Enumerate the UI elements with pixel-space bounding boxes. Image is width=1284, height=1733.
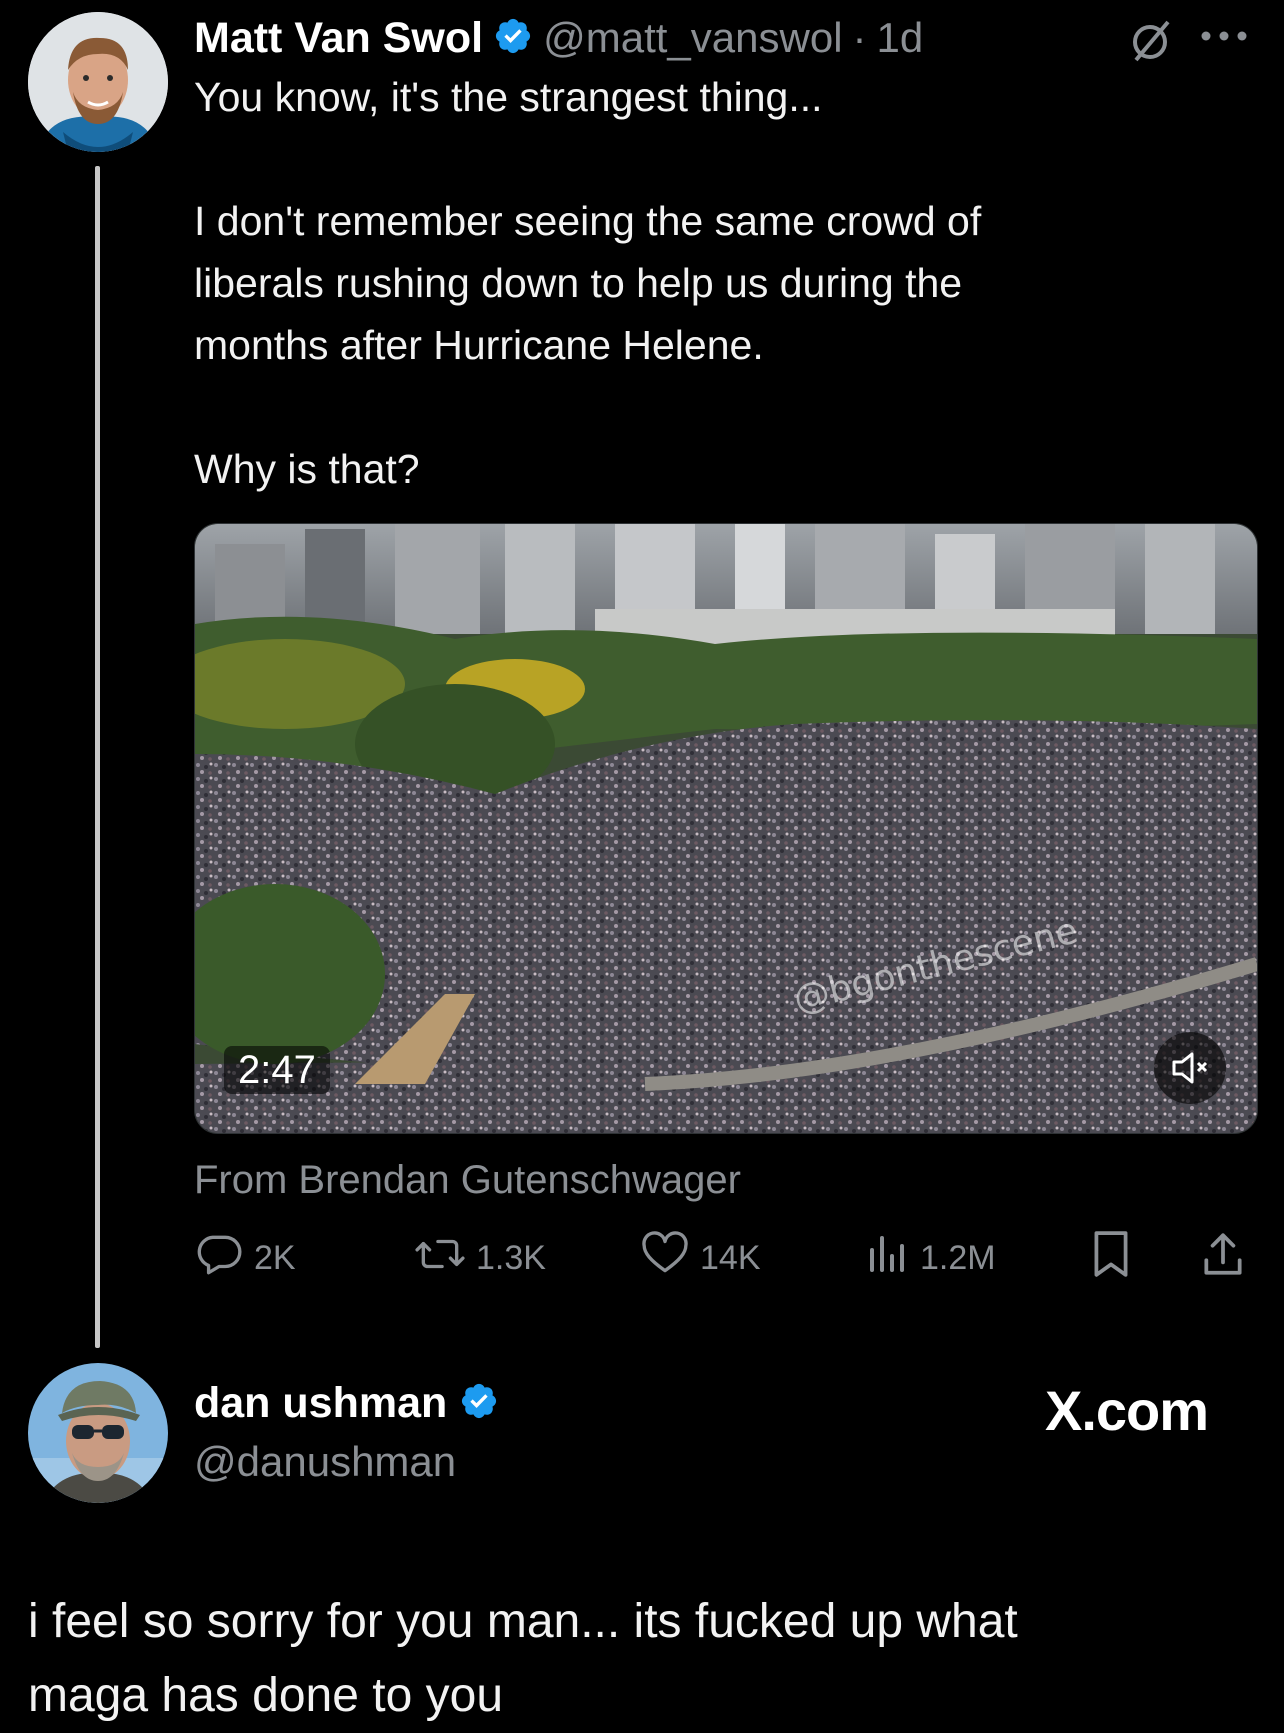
- tweet-header: Matt Van Swol @matt_vanswol · 1d: [194, 8, 923, 68]
- video-duration: 2:47: [224, 1046, 330, 1094]
- like-button[interactable]: 14K: [640, 1230, 761, 1284]
- site-wordmark: X.com: [1045, 1379, 1209, 1442]
- verified-badge-icon: [459, 1381, 499, 1426]
- video-frame: [195, 524, 1257, 1133]
- bookmark-icon: [1088, 1229, 1134, 1288]
- views-button[interactable]: 1.2M: [866, 1232, 996, 1284]
- views-icon: [866, 1229, 910, 1288]
- tweet-line: liberals rushing down to help us during …: [194, 260, 963, 306]
- reply-button[interactable]: 2K: [194, 1232, 296, 1284]
- reply-text: i feel so sorry for you man... its fucke…: [28, 1585, 1258, 1733]
- dot-separator: ·: [852, 14, 867, 61]
- share-icon: [1200, 1229, 1246, 1288]
- reply-icon: [194, 1229, 244, 1288]
- share-button[interactable]: [1200, 1232, 1246, 1284]
- reply-author-name[interactable]: dan ushman: [194, 1379, 447, 1428]
- bookmark-button[interactable]: [1088, 1230, 1134, 1284]
- views-count: 1.2M: [920, 1238, 996, 1277]
- author-handle[interactable]: @matt_vanswol: [543, 14, 842, 62]
- author-name[interactable]: Matt Van Swol: [194, 14, 483, 63]
- tweet-text: You know, it's the strangest thing... I …: [194, 66, 1254, 500]
- video-source[interactable]: From Brendan Gutenschwager: [194, 1158, 741, 1203]
- repost-button[interactable]: 1.3K: [414, 1232, 546, 1284]
- tweet-line: Why is that?: [194, 446, 420, 492]
- like-count: 14K: [700, 1238, 761, 1277]
- reply-line: i feel so sorry for you man... its fucke…: [28, 1595, 1018, 1648]
- reply-author-handle[interactable]: @danushman: [194, 1438, 456, 1486]
- video-player[interactable]: [194, 523, 1258, 1134]
- thread-line: [95, 166, 100, 1348]
- more-icon[interactable]: [1196, 24, 1252, 48]
- tweet-line: months after Hurricane Helene.: [194, 322, 764, 368]
- timestamp[interactable]: 1d: [877, 14, 924, 62]
- like-icon: [640, 1229, 690, 1288]
- reply-header: dan ushman: [194, 1374, 499, 1432]
- repost-count: 1.3K: [476, 1238, 546, 1277]
- repost-icon: [414, 1229, 466, 1288]
- tweet-line: You know, it's the strangest thing...: [194, 74, 823, 120]
- reply-line: maga has done to you: [28, 1669, 504, 1722]
- mute-icon[interactable]: [1154, 1032, 1226, 1104]
- avatar-matt-van-swol[interactable]: [28, 12, 168, 152]
- reply-count: 2K: [254, 1238, 296, 1277]
- tweet-line: I don't remember seeing the same crowd o…: [194, 198, 982, 244]
- grok-icon[interactable]: [1128, 16, 1176, 64]
- avatar-dan-ushman[interactable]: [28, 1363, 168, 1503]
- verified-badge-icon: [493, 16, 533, 61]
